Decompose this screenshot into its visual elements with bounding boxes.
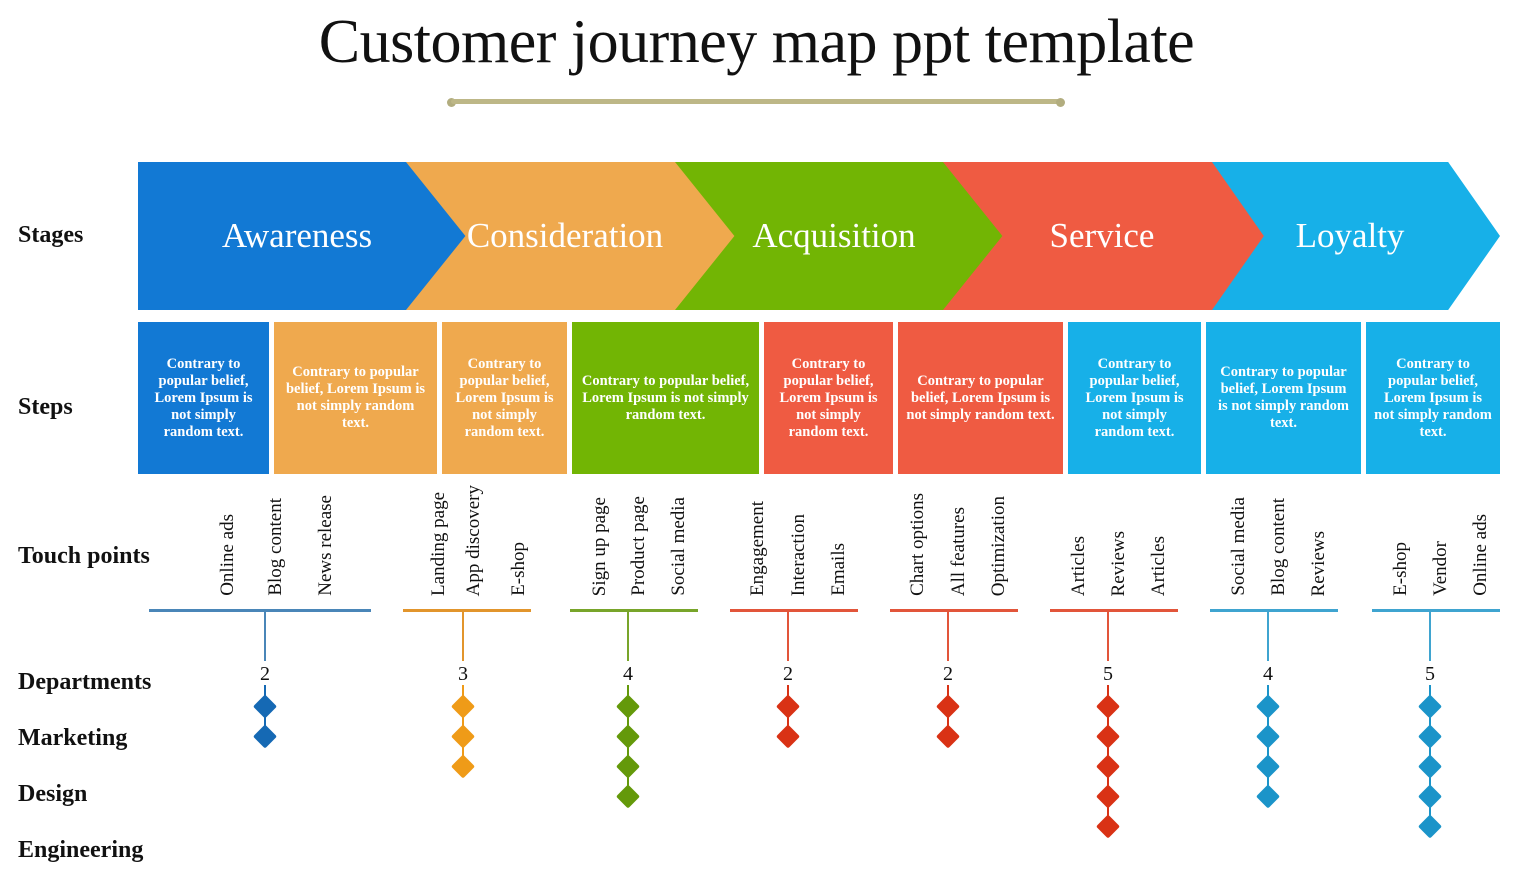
departments-row: 2 3 4 2 2 5 4 5	[0, 0, 1513, 892]
department-count: 5	[1425, 663, 1435, 685]
department-count: 4	[623, 663, 633, 685]
department-diamond	[1255, 694, 1281, 719]
department-count: 2	[943, 663, 953, 685]
department-diamond	[1255, 724, 1281, 749]
department-diamond	[935, 724, 961, 749]
department-diamond	[1095, 754, 1121, 779]
department-diamond	[1255, 784, 1281, 809]
department-diamond	[775, 694, 801, 719]
department-diamond	[1417, 694, 1443, 719]
department-diamond	[1417, 754, 1443, 779]
department-diamond	[1255, 754, 1281, 779]
department-diamond	[1095, 694, 1121, 719]
department-diamond	[615, 694, 641, 719]
department-diamond	[1095, 814, 1121, 839]
department-diamond	[1417, 724, 1443, 749]
department-count: 2	[260, 663, 270, 685]
department-diamond	[615, 784, 641, 809]
department-diamond	[1095, 724, 1121, 749]
department-diamond	[450, 694, 476, 719]
department-diamond	[252, 724, 278, 749]
department-diamond	[1417, 784, 1443, 809]
department-diamond	[615, 754, 641, 779]
department-diamond	[450, 754, 476, 779]
department-count: 2	[783, 663, 793, 685]
department-count: 3	[458, 663, 468, 685]
department-diamond	[1417, 814, 1443, 839]
department-count: 5	[1103, 663, 1113, 685]
department-diamond	[935, 694, 961, 719]
department-diamond	[775, 724, 801, 749]
department-diamond	[252, 694, 278, 719]
department-diamond	[1095, 784, 1121, 809]
department-count: 4	[1263, 663, 1273, 685]
department-diamond	[450, 724, 476, 749]
department-diamond	[615, 724, 641, 749]
